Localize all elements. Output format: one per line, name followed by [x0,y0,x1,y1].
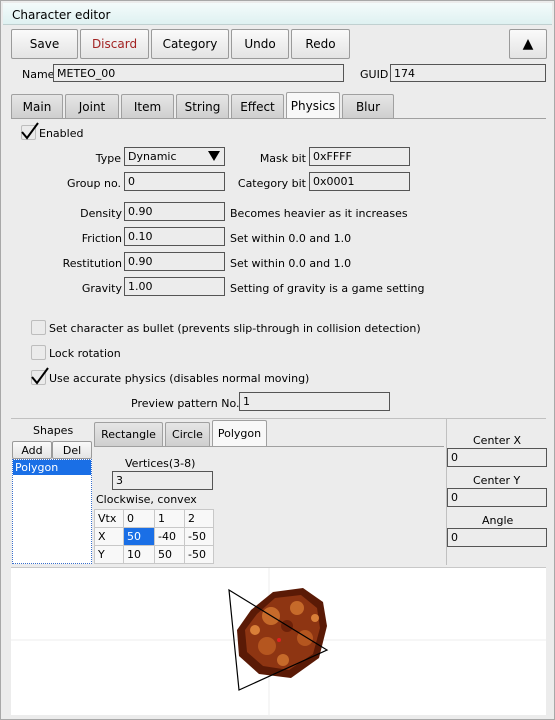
title-bar: Character editor [3,3,552,25]
table-row: Vtx 0 1 2 [94,509,214,528]
friction-input[interactable]: 0.10 [124,227,225,246]
type-label: Type [95,152,121,165]
tab-main[interactable]: Main [11,94,63,118]
angle-input[interactable]: 0 [447,528,547,547]
density-input[interactable]: 0.90 [124,202,225,221]
shapes-divider [11,418,546,419]
table-cell[interactable]: 50 [123,527,155,546]
name-input[interactable]: METEO_00 [53,64,344,82]
del-shape-button[interactable]: Del [52,441,92,459]
center-point-marker [277,638,281,642]
add-shape-button[interactable]: Add [12,441,52,459]
center-y-input[interactable]: 0 [447,488,547,507]
density-label: Density [80,207,122,220]
table-cell[interactable]: -50 [184,545,214,564]
table-cell[interactable]: -50 [184,527,214,546]
lock-rotation-checkbox[interactable] [31,345,46,360]
table-header-cell: 2 [184,509,214,528]
shapes-list: Polygon [12,459,92,564]
vertices-input[interactable]: 3 [112,471,213,490]
preview-canvas[interactable] [11,567,546,716]
dropdown-arrow-icon [208,151,220,161]
tab-rectangle[interactable]: Rectangle [94,422,163,446]
restitution-label: Restitution [62,257,122,270]
tab-item[interactable]: Item [121,94,174,118]
enabled-checkbox[interactable] [21,122,39,140]
tab-blur[interactable]: Blur [342,94,394,118]
table-row: Y 10 50 -50 [94,545,214,564]
center-x-label: Center X [473,434,522,447]
redo-button[interactable]: Redo [291,29,350,59]
list-item[interactable]: Polygon [13,460,91,475]
category-button[interactable]: Category [151,29,229,59]
preview-svg [11,568,546,716]
center-x-input[interactable]: 0 [447,448,547,467]
table-cell[interactable]: 50 [154,545,185,564]
shape-tab-divider [94,446,444,447]
discard-button[interactable]: Discard [80,29,149,59]
checkmark-icon [21,122,39,140]
guid-label: GUID [360,68,389,81]
table-header-cell: 0 [123,509,155,528]
enabled-label: Enabled [39,127,84,140]
vertices-label: Vertices(3-8) [125,457,196,470]
table-row-label: X [94,527,124,546]
mask-bit-label: Mask bit [259,152,306,165]
name-label: Name [22,68,55,81]
density-hint: Becomes heavier as it increases [230,207,408,220]
bullet-label: Set character as bullet (prevents slip-t… [49,322,421,335]
gravity-label: Gravity [81,282,122,295]
table-header-cell: 1 [154,509,185,528]
tab-joint[interactable]: Joint [65,94,119,118]
accurate-physics-checkbox[interactable] [31,367,49,385]
friction-label: Friction [81,232,122,245]
window-title: Character editor [12,8,111,22]
center-y-label: Center Y [473,474,521,487]
tab-physics[interactable]: Physics [286,92,340,118]
table-row: X 50 -40 -50 [94,527,214,546]
tab-effect[interactable]: Effect [231,94,284,118]
guid-input[interactable]: 174 [390,64,546,82]
table-cell[interactable]: 10 [123,545,155,564]
category-bit-label: Category bit [237,177,306,190]
gravity-input[interactable]: 1.00 [124,277,225,296]
checkmark-icon [31,367,49,385]
group-no-input[interactable]: 0 [124,172,225,191]
restitution-input[interactable]: 0.90 [124,252,225,271]
group-no-label: Group no. [67,177,121,190]
bullet-checkbox[interactable] [31,320,46,335]
tab-panel-divider [11,118,546,119]
table-cell[interactable]: -40 [154,527,185,546]
character-editor-window: Character editor Save Discard Category U… [0,0,555,720]
tab-circle[interactable]: Circle [165,422,210,446]
save-button[interactable]: Save [11,29,78,59]
tab-string[interactable]: String [176,94,229,118]
category-bit-input[interactable]: 0x0001 [309,172,410,191]
gravity-hint: Setting of gravity is a game setting [230,282,425,295]
preview-pattern-label: Preview pattern No. [131,397,240,410]
undo-button[interactable]: Undo [231,29,289,59]
restitution-hint: Set within 0.0 and 1.0 [230,257,352,270]
vertex-table: Vtx 0 1 2 X 50 -40 -50 Y 10 50 -50 [94,509,214,564]
collapse-up-button[interactable]: ▲ [509,29,547,59]
mask-bit-input[interactable]: 0xFFFF [309,147,410,166]
friction-hint: Set within 0.0 and 1.0 [230,232,352,245]
type-select[interactable]: Dynamic [124,147,225,166]
table-header-cell: Vtx [94,509,124,528]
winding-note: Clockwise, convex [96,493,197,506]
lock-rotation-label: Lock rotation [49,347,121,360]
table-row-label: Y [94,545,124,564]
shapes-title: Shapes [33,424,74,437]
accurate-physics-label: Use accurate physics (disables normal mo… [49,372,310,385]
tab-polygon[interactable]: Polygon [212,420,267,446]
angle-label: Angle [482,514,514,527]
meteor-sprite [237,588,327,678]
preview-pattern-input[interactable]: 1 [239,392,390,411]
